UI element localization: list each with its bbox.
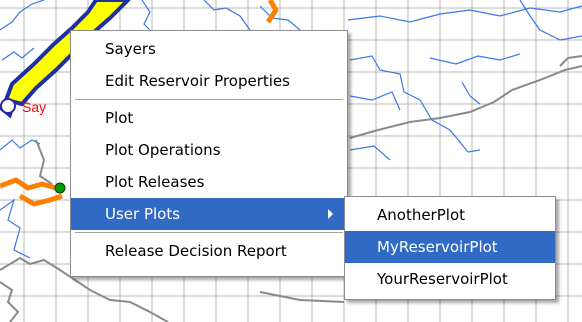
menu-item-plot[interactable]: Plot — [71, 102, 347, 134]
menu-item-sayers[interactable]: Sayers — [71, 33, 347, 65]
submenu-arrow-icon — [328, 209, 333, 219]
junction-node-icon[interactable] — [54, 182, 66, 194]
user-plots-submenu: AnotherPlot MyReservoirPlot YourReservoi… — [344, 196, 556, 300]
menu-item-label: Release Decision Report — [105, 242, 287, 260]
menu-item-edit-reservoir-properties[interactable]: Edit Reservoir Properties — [71, 65, 347, 97]
menu-item-label: Plot Operations — [105, 141, 221, 159]
submenu-item-label: AnotherPlot — [377, 206, 466, 224]
context-menu: Sayers Edit Reservoir Properties Plot Pl… — [70, 30, 348, 277]
menu-item-plot-releases[interactable]: Plot Releases — [71, 166, 347, 198]
menu-item-label: Plot — [105, 109, 134, 127]
menu-item-plot-operations[interactable]: Plot Operations — [71, 134, 347, 166]
reservoir-label: Say — [22, 99, 46, 115]
menu-item-label: Sayers — [105, 40, 156, 58]
menu-item-user-plots[interactable]: User Plots — [71, 198, 347, 230]
menu-item-release-decision-report[interactable]: Release Decision Report — [71, 235, 347, 267]
submenu-item-myreservoirplot[interactable]: MyReservoirPlot — [345, 231, 555, 263]
menu-item-label: Plot Releases — [105, 173, 205, 191]
reservoir-node-icon[interactable] — [0, 98, 16, 114]
submenu-item-anotherplot[interactable]: AnotherPlot — [345, 199, 555, 231]
menu-item-label: Edit Reservoir Properties — [105, 72, 290, 90]
submenu-item-yourreservoirplot[interactable]: YourReservoirPlot — [345, 263, 555, 295]
menu-separator — [75, 99, 343, 100]
submenu-item-label: YourReservoirPlot — [377, 270, 508, 288]
submenu-item-label: MyReservoirPlot — [377, 238, 498, 256]
menu-separator — [75, 232, 343, 233]
menu-item-label: User Plots — [105, 205, 181, 223]
